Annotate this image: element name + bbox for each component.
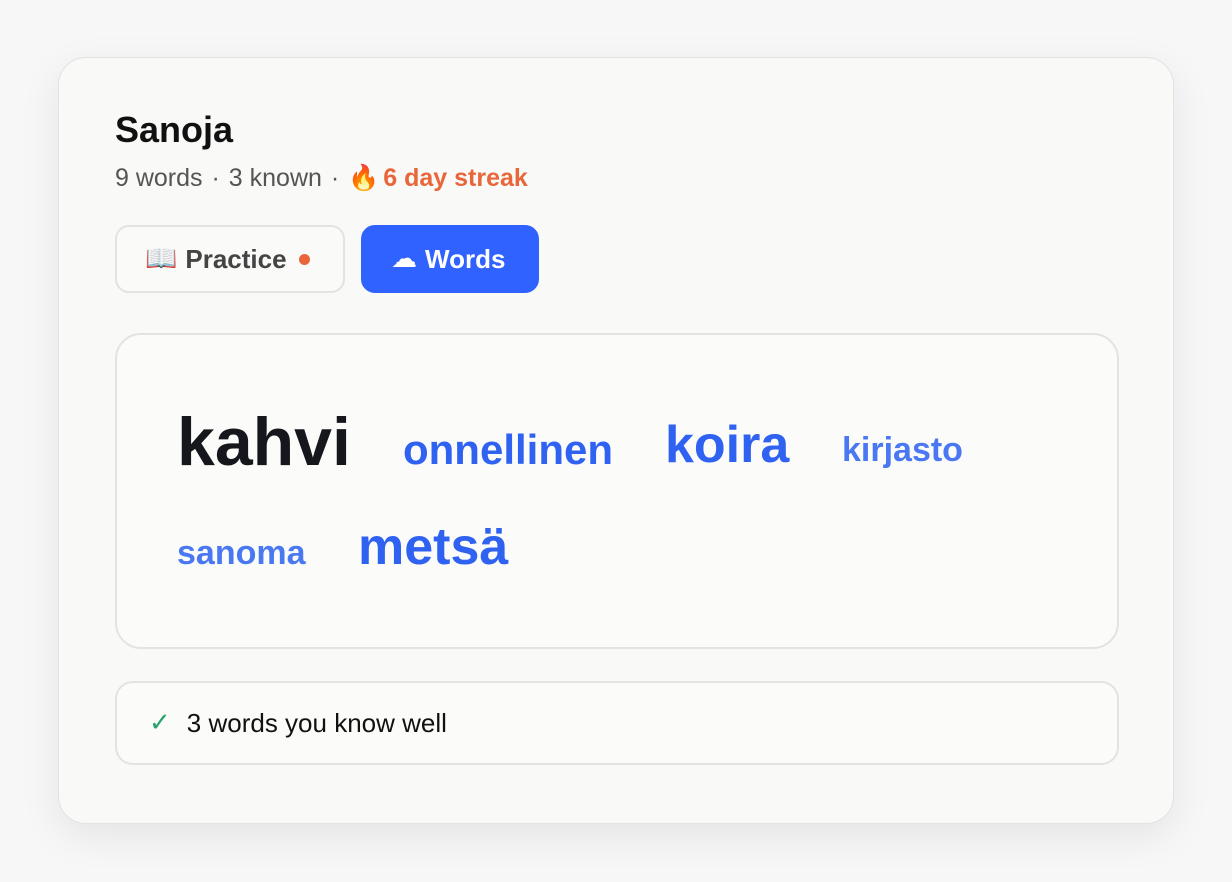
word-cloud: kahvi onnellinen koira kirjasto sanoma m… [115,333,1119,649]
streak-badge: 🔥 6 day streak [348,163,528,192]
word-count: 9 words [115,164,203,192]
known-words-label: 3 words you know well [186,707,447,738]
word-sanoma[interactable]: sanoma [177,536,306,570]
known-words-summary[interactable]: ✓ 3 words you know well [115,681,1119,765]
main-card: Sanoja 9 words · 3 known · 🔥 6 day streak… [58,57,1174,824]
tab-words[interactable]: ☁ Words [361,225,539,293]
stats-separator: · [211,164,220,192]
check-icon: ✓ [149,708,171,738]
notification-dot [298,253,310,265]
tab-words-label: Words [425,243,506,274]
stats-line: 9 words · 3 known · 🔥 6 day streak [115,162,528,194]
stats-separator: · [330,164,340,192]
word-koira[interactable]: koira [665,419,789,471]
word-kirjasto[interactable]: kirjasto [842,433,963,467]
app-title: Sanoja [115,109,234,150]
tab-practice-label: Practice [185,243,287,274]
word-metsa[interactable]: metsä [358,521,508,573]
cloud-icon: ☁ [391,244,417,274]
streak-label: 6 day streak [383,164,528,192]
flame-icon: 🔥 [348,163,380,192]
tab-practice[interactable]: 📖 Practice [115,225,345,293]
word-onnellinen[interactable]: onnellinen [403,429,613,471]
book-icon: 📖 [145,244,178,274]
word-kahvi[interactable]: kahvi [177,408,351,476]
known-count: 3 known [228,164,322,192]
